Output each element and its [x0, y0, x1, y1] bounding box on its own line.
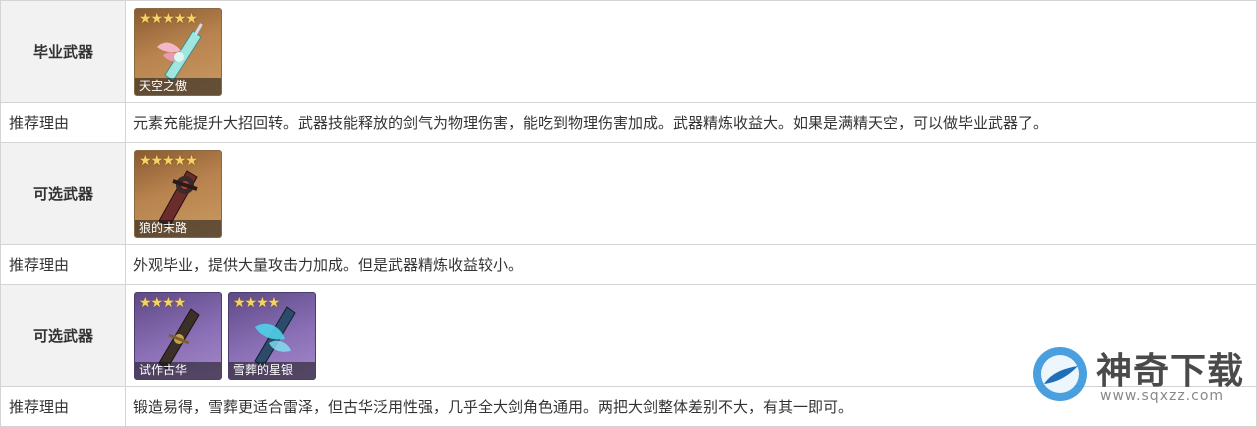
logo-icon	[1033, 347, 1087, 401]
row-label: 可选武器	[0, 284, 126, 387]
row-label: 可选武器	[0, 142, 126, 245]
watermark-url: www.sqxzz.com	[1100, 388, 1225, 404]
reason-row: 推荐理由 外观毕业，提供大量攻击力加成。但是武器精炼收益较小。	[0, 244, 1257, 285]
weapon-cards-cell: ★★★★★ 狼的末路	[125, 142, 1257, 245]
reason-label: 推荐理由	[0, 386, 126, 427]
weapon-card[interactable]: ★★★★ 雪葬的星银	[228, 291, 316, 380]
watermark-title: 神奇下载	[1096, 351, 1245, 392]
weapon-row: 可选武器 ★★★★★ 狼的末路	[0, 142, 1257, 245]
weapon-card[interactable]: ★★★★ 试作古华	[134, 291, 222, 380]
weapon-card[interactable]: ★★★★★ 天空之傲	[134, 7, 222, 96]
weapon-row: 毕业武器 ★★★★★ 天空之傲	[0, 0, 1257, 103]
rarity-stars: ★★★★	[139, 294, 186, 311]
weapon-name: 试作古华	[135, 361, 221, 379]
weapon-cards-cell: ★★★★★ 天空之傲	[125, 0, 1257, 103]
reason-label: 推荐理由	[0, 102, 126, 143]
site-watermark: 神奇下载 www.sqxzz.com	[1030, 340, 1255, 410]
reason-label: 推荐理由	[0, 244, 126, 285]
reason-row: 推荐理由 元素充能提升大招回转。武器技能释放的剑气为物理伤害，能吃到物理伤害加成…	[0, 102, 1257, 143]
row-label: 毕业武器	[0, 0, 126, 103]
rarity-stars: ★★★★	[233, 294, 280, 311]
reason-text: 元素充能提升大招回转。武器技能释放的剑气为物理伤害，能吃到物理伤害加成。武器精炼…	[125, 102, 1257, 143]
rarity-stars: ★★★★★	[139, 10, 198, 27]
reason-text: 外观毕业，提供大量攻击力加成。但是武器精炼收益较小。	[125, 244, 1257, 285]
rarity-stars: ★★★★★	[139, 152, 198, 169]
weapon-name: 天空之傲	[135, 77, 221, 95]
weapon-name: 雪葬的星银	[229, 361, 315, 379]
weapon-name: 狼的末路	[135, 219, 221, 237]
weapon-card[interactable]: ★★★★★ 狼的末路	[134, 149, 222, 238]
